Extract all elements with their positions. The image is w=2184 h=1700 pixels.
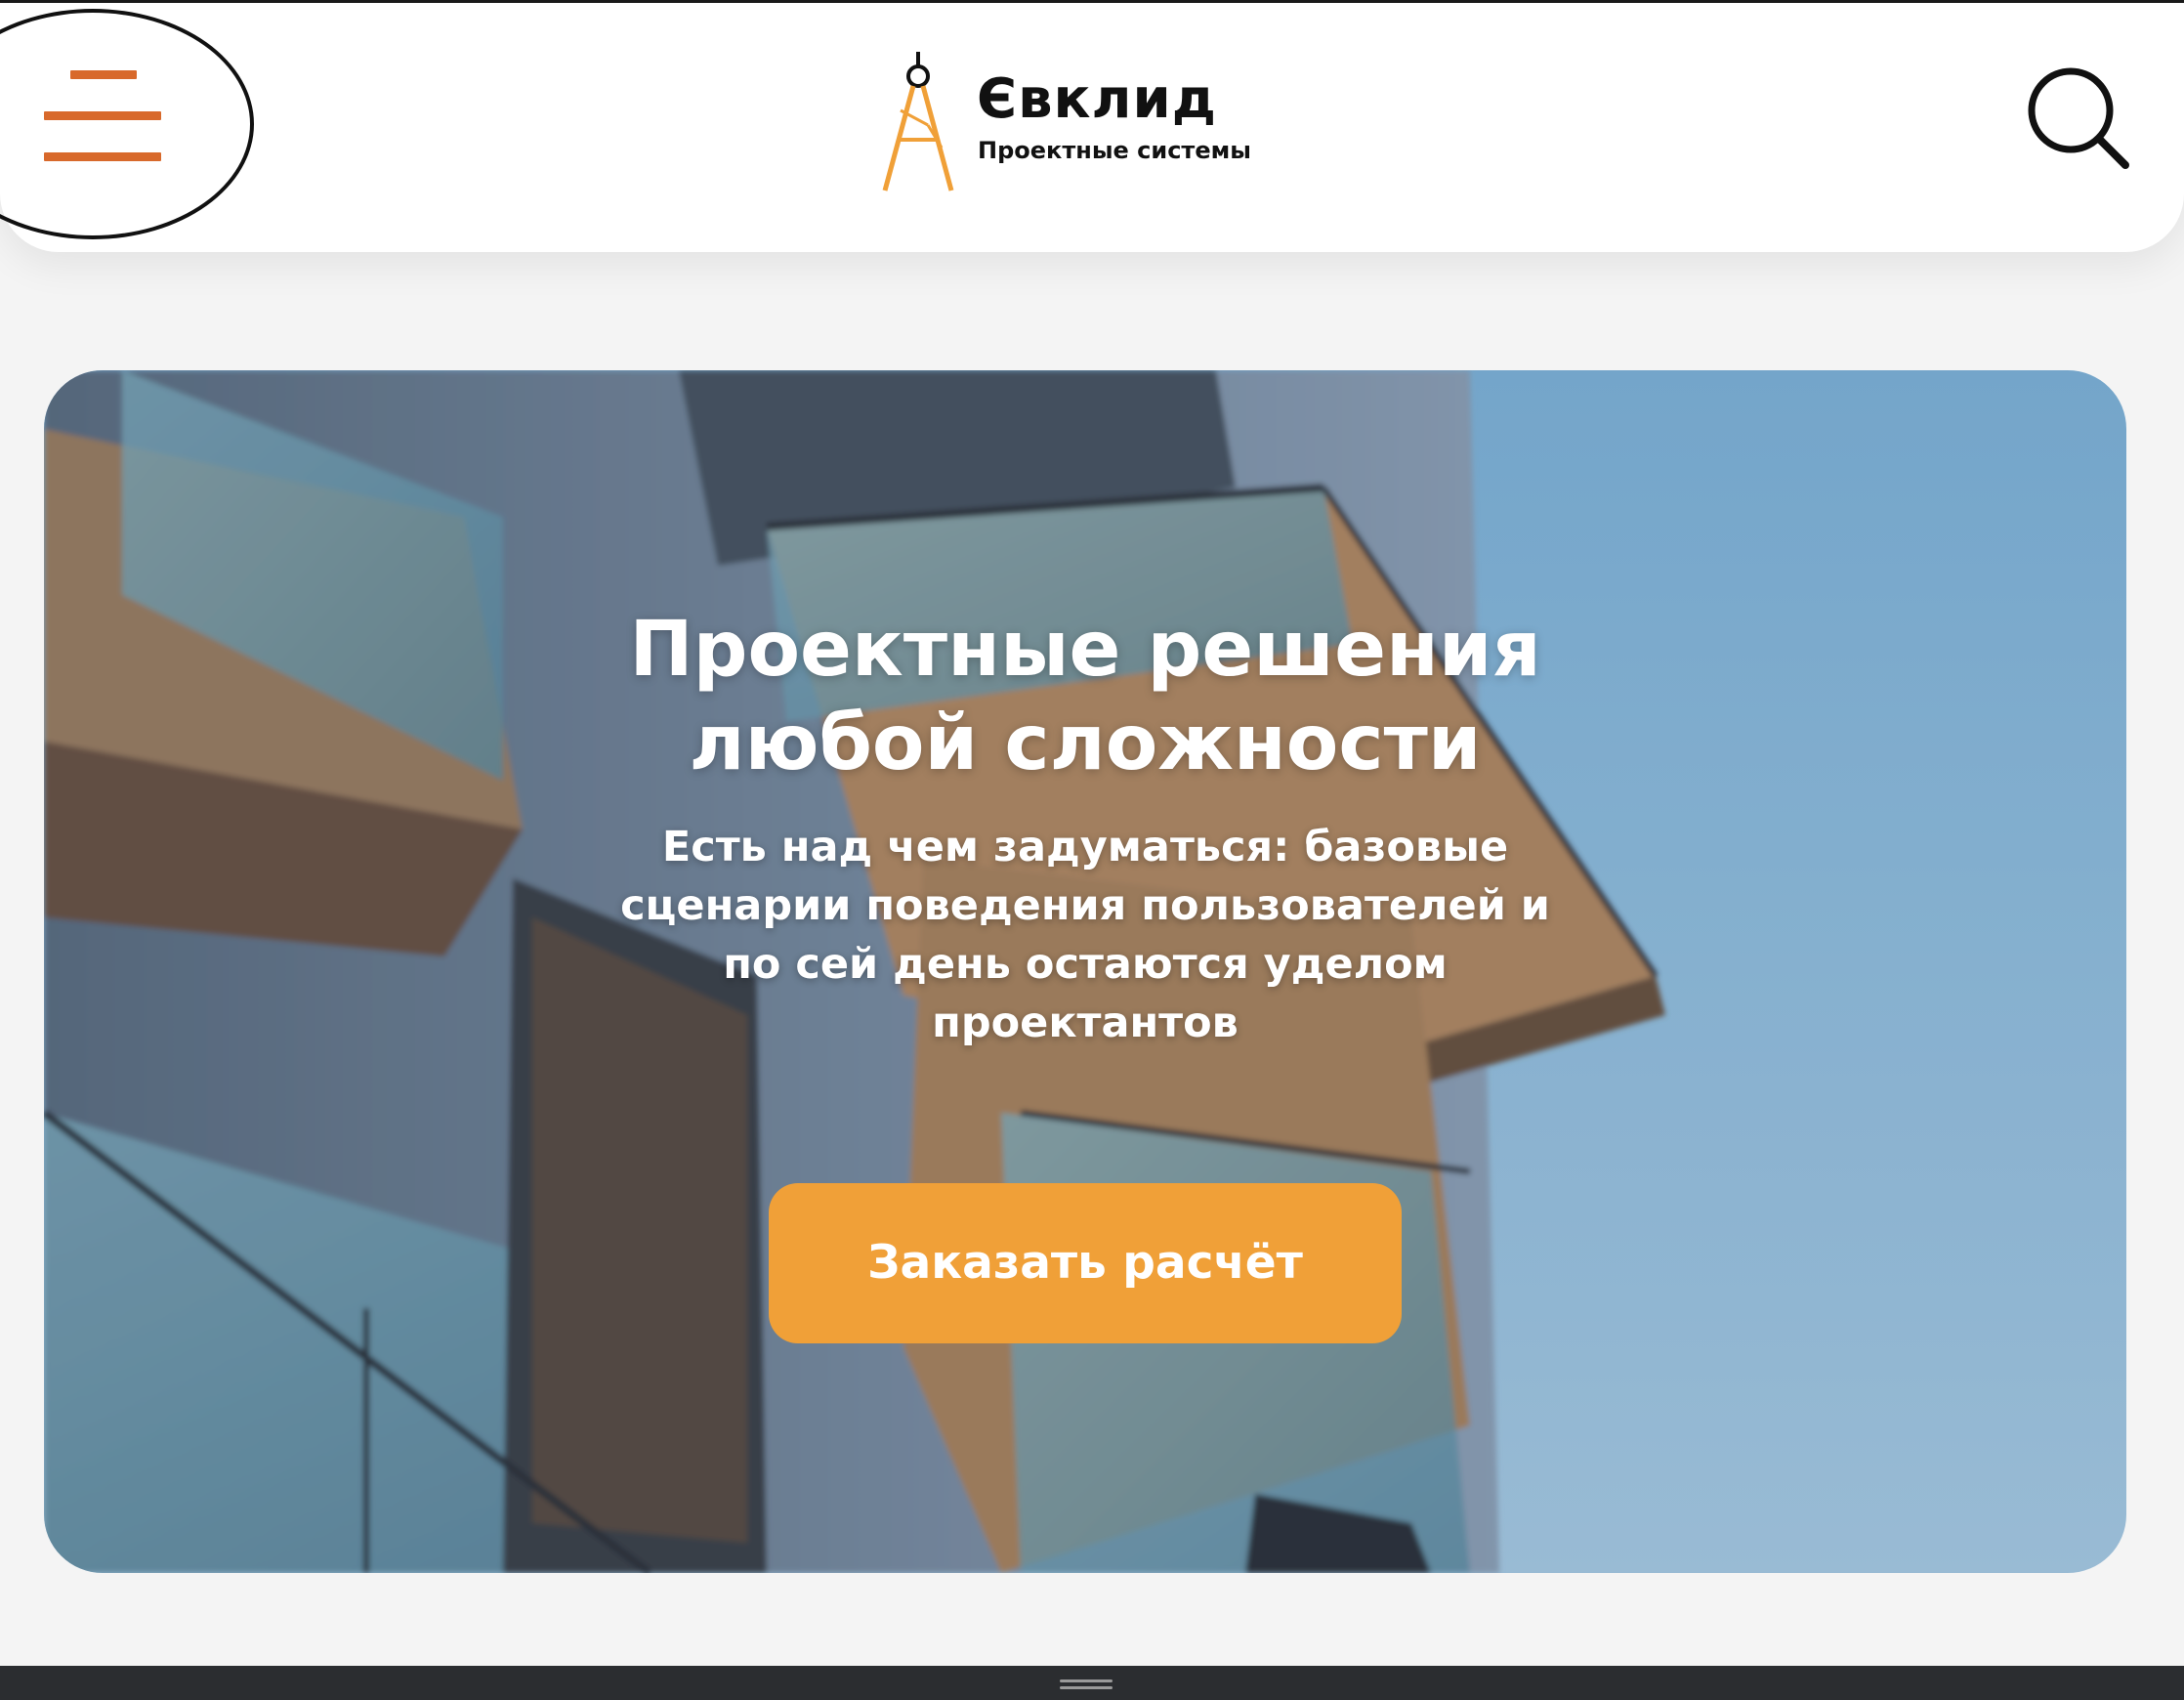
brand-subtitle: Проектные системы	[978, 137, 1251, 164]
hero-subtitle: Есть над чем задуматься: базовые сценари…	[620, 823, 1550, 1047]
drag-handle-icon[interactable]	[1060, 1679, 1113, 1689]
logo[interactable]: Євклид Проектные системы	[879, 52, 1328, 198]
hero-title: Проектные решения любой сложности	[44, 603, 2126, 790]
bottom-toolbar	[0, 1666, 2184, 1700]
order-calculation-button[interactable]: Заказать расчёт	[769, 1183, 1402, 1343]
menu-highlight-circle	[0, 9, 254, 239]
menu-button[interactable]	[0, 3, 264, 247]
hero-banner: Проектные решения любой сложности Есть н…	[44, 370, 2126, 1573]
hero-title-line2: любой сложности	[689, 700, 1482, 787]
search-button[interactable]	[2024, 64, 2131, 171]
compass-icon	[882, 52, 954, 191]
brand-name: Євклид	[977, 67, 1218, 131]
hero-title-line1: Проектные решения	[629, 606, 1541, 694]
site-header: Євклид Проектные системы	[0, 3, 2184, 252]
search-icon	[2028, 67, 2129, 169]
